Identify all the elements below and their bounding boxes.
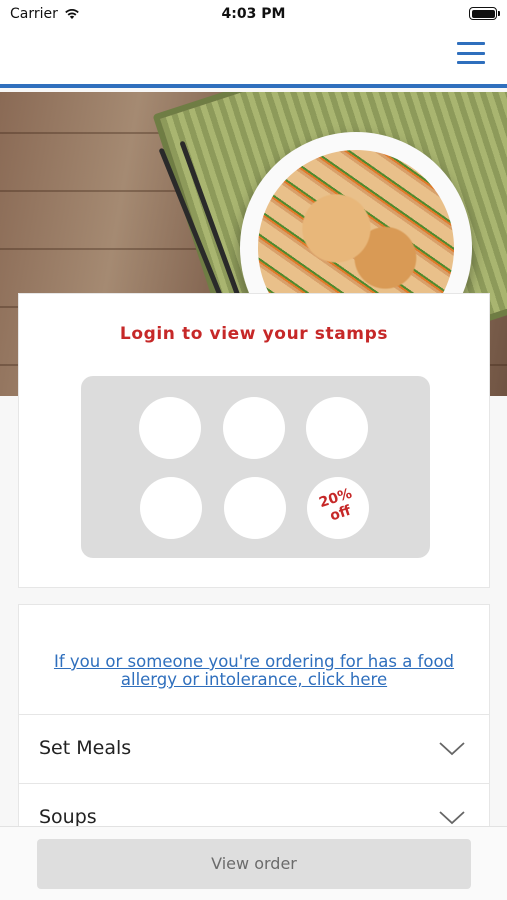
reward-stamp-slot: 20% off bbox=[307, 477, 369, 539]
loyalty-stamp-card: Login to view your stamps 20% off bbox=[18, 293, 490, 588]
chevron-down-icon bbox=[439, 742, 465, 756]
login-to-view-stamps-link[interactable]: Login to view your stamps bbox=[19, 324, 489, 344]
stamp-grid: 20% off bbox=[81, 376, 430, 558]
battery-icon bbox=[469, 7, 500, 20]
menu-category-set-meals[interactable]: Set Meals bbox=[18, 714, 490, 784]
clock: 4:03 PM bbox=[221, 6, 286, 22]
stamp-slot bbox=[224, 477, 286, 539]
menu-category-label: Set Meals bbox=[39, 737, 132, 759]
stamp-slot bbox=[139, 397, 201, 459]
stamp-slot bbox=[140, 477, 202, 539]
app-header bbox=[0, 28, 507, 88]
allergy-notice: If you or someone you're ordering for ha… bbox=[18, 604, 490, 714]
hamburger-menu-icon[interactable] bbox=[457, 40, 485, 66]
stamp-slot bbox=[223, 397, 285, 459]
reward-label: 20% off bbox=[304, 481, 373, 531]
allergy-info-link[interactable]: If you or someone you're ordering for ha… bbox=[39, 653, 469, 689]
menu-category-label: Soups bbox=[39, 806, 97, 828]
footer-bar: View order bbox=[0, 826, 507, 900]
status-bar: Carrier 4:03 PM bbox=[0, 0, 507, 28]
stamp-slot bbox=[306, 397, 368, 459]
view-order-button[interactable]: View order bbox=[37, 839, 471, 889]
